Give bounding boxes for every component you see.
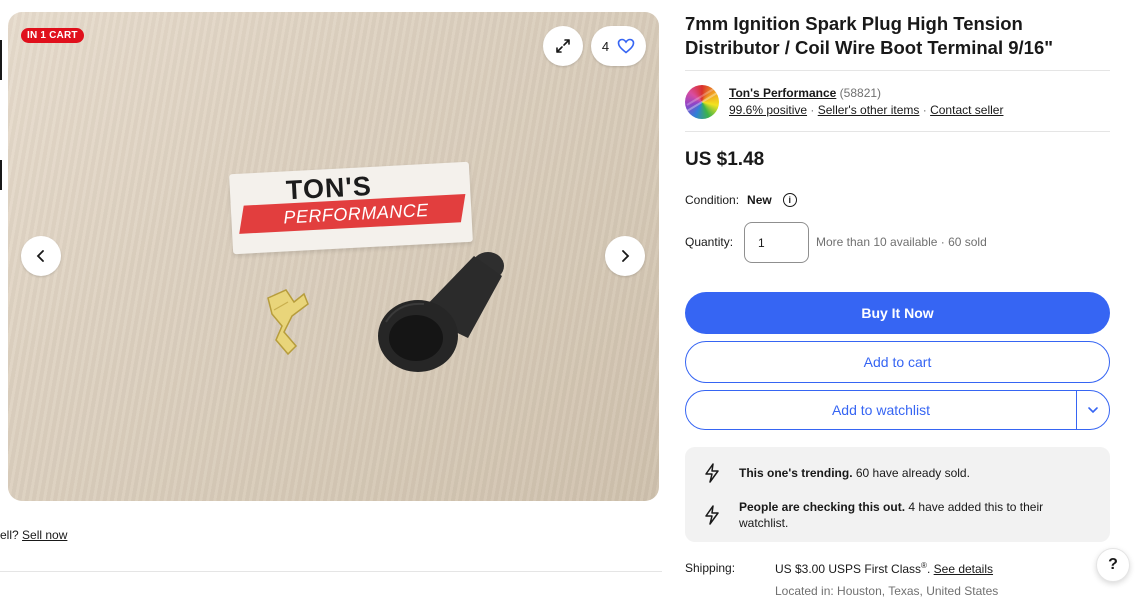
- heart-icon: [617, 38, 635, 54]
- condition-value: New: [747, 193, 772, 207]
- contact-seller-link[interactable]: Contact seller: [930, 103, 1003, 117]
- section-divider: [0, 571, 662, 572]
- watch-count: 4: [601, 38, 610, 54]
- edge-mark: [0, 160, 2, 190]
- shipping-details-link[interactable]: See details: [934, 562, 993, 576]
- add-to-watchlist-button[interactable]: Add to watchlist: [686, 391, 1076, 429]
- title-divider: [685, 70, 1110, 71]
- condition-label: Condition:: [685, 193, 740, 207]
- price: US $1.48: [685, 149, 765, 170]
- seller-name-link[interactable]: Ton's Performance: [729, 86, 836, 100]
- edge-mark: [0, 40, 2, 80]
- seller-feedback-count: (58821): [839, 86, 882, 100]
- seller-other-items-link[interactable]: Seller's other items: [818, 103, 920, 117]
- watching-bold: People are checking this out.: [739, 500, 906, 514]
- separator: ·: [810, 103, 815, 117]
- quantity-input[interactable]: 1: [744, 222, 809, 263]
- trending-detail: 60 have already sold.: [852, 466, 970, 480]
- quantity-label: Quantity:: [685, 235, 734, 249]
- lightning-icon: [705, 505, 719, 525]
- shipping-value: US $3.00 USPS First Class®. See details: [775, 561, 993, 576]
- condition-row: Condition: New i: [685, 193, 797, 207]
- watching-row: People are checking this out. 4 have add…: [703, 499, 1069, 531]
- sell-prompt-text: ell?: [0, 528, 19, 542]
- trending-row: This one's trending. 60 have already sol…: [703, 463, 970, 483]
- previous-image-button[interactable]: [21, 236, 61, 276]
- seller-info: Ton's Performance (58821): [729, 86, 881, 100]
- watchlist-dropdown-button[interactable]: [1076, 391, 1109, 429]
- seller-positive-link[interactable]: 99.6% positive: [729, 103, 807, 117]
- seller-links: 99.6% positive · Seller's other items · …: [729, 103, 1003, 117]
- item-location: Located in: Houston, Texas, United State…: [775, 584, 999, 598]
- trending-box: This one's trending. 60 have already sol…: [685, 447, 1110, 542]
- in-cart-badge: IN 1 CART: [21, 28, 84, 43]
- add-to-watchlist-control: Add to watchlist: [685, 390, 1110, 430]
- chevron-left-icon: [36, 250, 44, 262]
- availability-text: More than 10 available · 60 sold: [816, 235, 987, 249]
- add-to-cart-button[interactable]: Add to cart: [685, 341, 1110, 383]
- chevron-right-icon: [622, 250, 630, 262]
- chevron-down-icon: [1088, 407, 1098, 414]
- separator: ·: [922, 103, 927, 117]
- seller-avatar[interactable]: [685, 85, 719, 119]
- terminal-clip: [267, 289, 309, 356]
- listing-title: 7mm Ignition Spark Plug High Tension Dis…: [685, 13, 1054, 58]
- seller-divider: [685, 131, 1110, 132]
- wire-boot: [378, 252, 504, 372]
- seller-avatar-image: [686, 86, 718, 112]
- watch-button[interactable]: 4: [591, 26, 646, 66]
- watching-text: People are checking this out. 4 have add…: [739, 499, 1069, 531]
- shipping-dot: .: [926, 562, 931, 576]
- image-gallery[interactable]: TON'S PERFORMANCE: [8, 12, 659, 501]
- lightning-icon: [705, 463, 719, 483]
- next-image-button[interactable]: [605, 236, 645, 276]
- shipping-cost: US $3.00 USPS First Class: [775, 562, 922, 576]
- shipping-label: Shipping:: [685, 561, 736, 575]
- expand-button[interactable]: [543, 26, 583, 66]
- product-tag-card: TON'S PERFORMANCE: [229, 161, 473, 255]
- sell-now-link[interactable]: Sell now: [22, 528, 67, 542]
- image-texture: [8, 12, 659, 501]
- trending-text: This one's trending. 60 have already sol…: [739, 463, 970, 481]
- buy-it-now-button[interactable]: Buy It Now: [685, 292, 1110, 334]
- trending-bold: This one's trending.: [739, 466, 853, 480]
- expand-icon: [556, 39, 570, 53]
- info-icon[interactable]: i: [782, 193, 797, 207]
- sell-prompt: ell? Sell now: [0, 528, 67, 542]
- help-button[interactable]: ?: [1096, 548, 1130, 582]
